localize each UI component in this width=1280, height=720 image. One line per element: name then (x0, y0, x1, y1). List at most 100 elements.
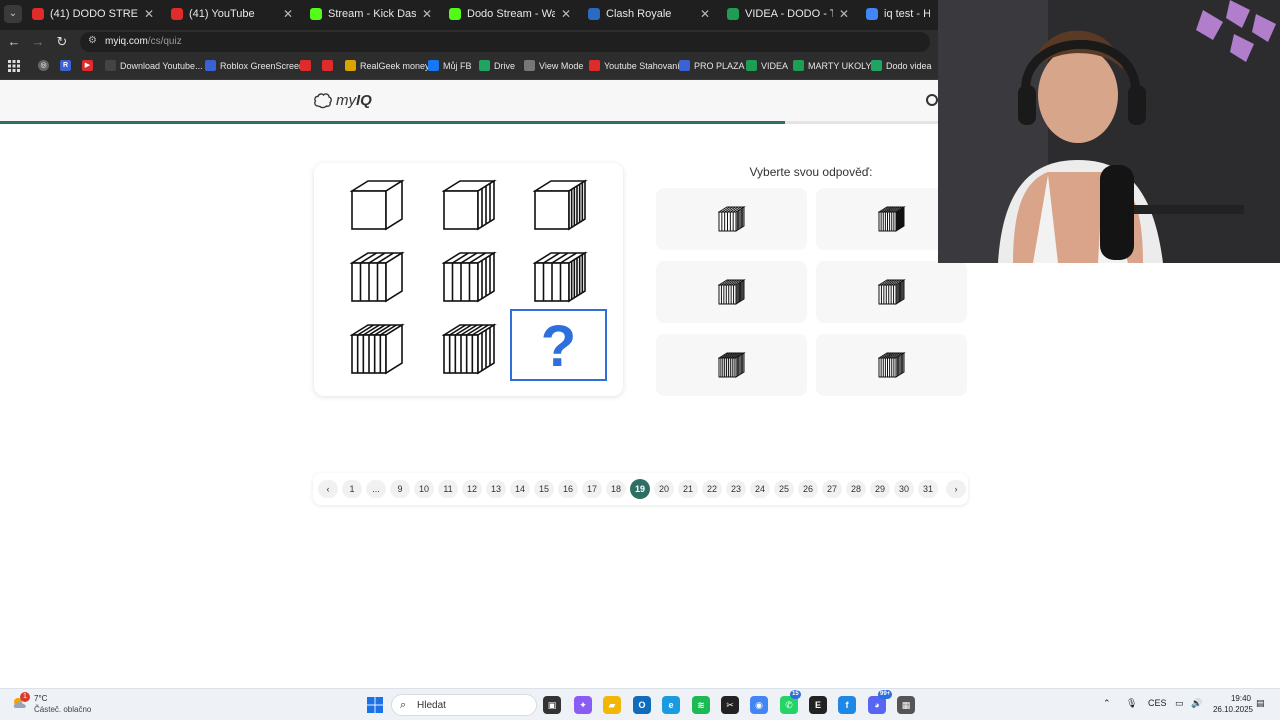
cube-figure (349, 323, 405, 375)
network-icon[interactable]: ▭ (1175, 698, 1184, 709)
bookmark-item[interactable]: PRO PLAZA (679, 60, 745, 71)
forward-icon[interactable]: → (29, 33, 47, 51)
reload-icon[interactable]: ↻ (53, 33, 71, 51)
weather-temperature[interactable]: 7°C (34, 694, 47, 703)
pagination-page[interactable]: 15 (534, 480, 554, 498)
pagination-page[interactable]: 28 (846, 480, 866, 498)
browser-tab[interactable]: (41) DODO STREAMUJE - ✕ (24, 0, 162, 28)
calculator-icon[interactable]: ▦ (897, 696, 915, 714)
answer-option[interactable] (816, 261, 967, 323)
sheets-icon (746, 60, 757, 71)
tab-close-icon[interactable]: ✕ (561, 7, 571, 21)
task-view-icon[interactable]: ▣ (543, 696, 561, 714)
pagination-page[interactable]: 29 (870, 480, 890, 498)
bookmark-item[interactable]: Můj FB (428, 60, 472, 71)
bookmark-item[interactable]: RealGeek money (345, 60, 430, 71)
pagination-page[interactable]: 26 (798, 480, 818, 498)
bookmark-label: RealGeek money (360, 60, 430, 71)
clock-date[interactable]: 26.10.2025 (1208, 705, 1258, 714)
globe-bookmark-icon[interactable]: ◎ (38, 60, 53, 71)
tab-close-icon[interactable]: ✕ (839, 7, 849, 21)
pagination-page[interactable]: 30 (894, 480, 914, 498)
myiq-logo[interactable]: my IQ (314, 92, 372, 109)
tab-close-icon[interactable]: ✕ (422, 7, 432, 21)
copilot-icon[interactable]: ✦ (574, 696, 592, 714)
pagination-page[interactable]: 9 (390, 480, 410, 498)
pagination-page[interactable]: 21 (678, 480, 698, 498)
bookmark-item[interactable] (322, 60, 337, 71)
pagination-page[interactable]: 12 (462, 480, 482, 498)
tab-title: iq test - Hledat G (884, 8, 930, 20)
answer-option[interactable] (816, 334, 967, 396)
epic-games-icon[interactable]: E (809, 696, 827, 714)
browser-tab[interactable]: (41) YouTube ✕ (163, 0, 301, 28)
address-bar[interactable]: ⚙ myiq.com/cs/quiz (80, 32, 930, 52)
pagination-prev[interactable]: ‹ (318, 480, 338, 498)
bookmark-item[interactable]: Drive (479, 60, 515, 71)
browser-tab[interactable]: Clash Royale ✕ (580, 0, 718, 28)
answer-option[interactable] (656, 334, 807, 396)
bookmark-item[interactable]: Roblox GreenScreen (205, 60, 304, 71)
pagination-page[interactable]: 27 (822, 480, 842, 498)
volume-icon[interactable]: 🔊 (1191, 698, 1202, 709)
weather-description[interactable]: Částeč. oblačno (34, 705, 91, 714)
file-explorer-icon[interactable]: ▰ (603, 696, 621, 714)
pagination-page[interactable]: 20 (654, 480, 674, 498)
back-icon[interactable]: ← (5, 33, 23, 51)
input-language[interactable]: CES (1148, 698, 1167, 708)
windows-taskbar: 1 7°C Částeč. oblačno ⌕ Hledat ▣ ✦ ▰ Oe ≋ ✂ ◉ ✆… (0, 688, 1280, 720)
pagination-page[interactable]: 23 (726, 480, 746, 498)
pagination-page[interactable]: 24 (750, 480, 770, 498)
tray-overflow-icon[interactable]: ⌃ (1103, 698, 1111, 709)
tab-close-icon[interactable]: ✕ (144, 7, 154, 21)
bookmark-item[interactable]: Download Youtube... (105, 60, 203, 71)
pagination-next[interactable]: › (946, 480, 966, 498)
notifications-icon[interactable]: ▤ (1256, 698, 1265, 709)
browser-tab[interactable]: Dodo Stream - Watch Live ✕ (441, 0, 579, 28)
pagination-page[interactable]: 11 (438, 480, 458, 498)
pagination-page[interactable]: 14 (510, 480, 530, 498)
bookmark-item[interactable]: View Mode (524, 60, 583, 71)
apps-grid-icon[interactable] (8, 60, 20, 72)
answer-option[interactable] (656, 188, 807, 250)
bookmark-item[interactable]: Youtube Stahovaní (589, 60, 680, 71)
page-icon (524, 60, 535, 71)
answer-option[interactable] (656, 261, 807, 323)
roblox-bookmark-icon[interactable]: R (60, 60, 75, 71)
bookmark-item[interactable]: MARTY UKOLY (793, 60, 872, 71)
browser-tab[interactable]: iq test - Hledat G (858, 0, 938, 28)
capcut-icon[interactable]: ✂ (721, 696, 739, 714)
chrome-icon[interactable]: ◉ (750, 696, 768, 714)
tab-close-icon[interactable]: ✕ (700, 7, 710, 21)
microphone-icon[interactable]: 🎙 (1126, 698, 1137, 709)
taskbar-search[interactable]: ⌕ Hledat (391, 694, 537, 716)
pagination-page[interactable]: 16 (558, 480, 578, 498)
whatsapp-icon[interactable]: ✆ 15 (780, 690, 801, 714)
browser-tab[interactable]: Stream - Kick Dashboard ✕ (302, 0, 440, 28)
spotify-icon[interactable]: ≋ (692, 696, 710, 714)
pagination-page[interactable]: 22 (702, 480, 722, 498)
bookmark-item[interactable] (300, 60, 315, 71)
site-settings-icon[interactable]: ⚙ (88, 35, 97, 46)
pagination-page[interactable]: 31 (918, 480, 938, 498)
pagination-page[interactable]: 25 (774, 480, 794, 498)
youtube-bookmark-icon[interactable]: ▶ (82, 60, 97, 71)
discord-icon[interactable]: ◕ 99+ (868, 690, 893, 714)
pagination-page[interactable]: 10 (414, 480, 434, 498)
app-f-icon[interactable]: f (838, 696, 856, 714)
pagination-page[interactable]: 13 (486, 480, 506, 498)
pagination-page[interactable]: 18 (606, 480, 626, 498)
pagination-page[interactable]: 1 (342, 480, 362, 498)
tab-close-icon[interactable]: ✕ (283, 7, 293, 21)
tab-search-button[interactable]: ⌄ (4, 5, 22, 23)
browser-tab[interactable]: VIDEA - DODO - Tabulky ✕ (719, 0, 857, 28)
bookmark-item[interactable]: VIDEA (746, 60, 788, 71)
bookmark-item[interactable]: Dodo videa (871, 60, 932, 71)
pagination-current-page[interactable]: 19 (630, 479, 650, 499)
edge-icon[interactable]: e (662, 696, 680, 714)
pagination-page[interactable]: ... (366, 480, 386, 498)
outlook-icon[interactable]: O (633, 696, 651, 714)
windows-start-icon[interactable] (367, 697, 383, 713)
pagination-page[interactable]: 17 (582, 480, 602, 498)
quiz-progress-fill (0, 121, 785, 124)
